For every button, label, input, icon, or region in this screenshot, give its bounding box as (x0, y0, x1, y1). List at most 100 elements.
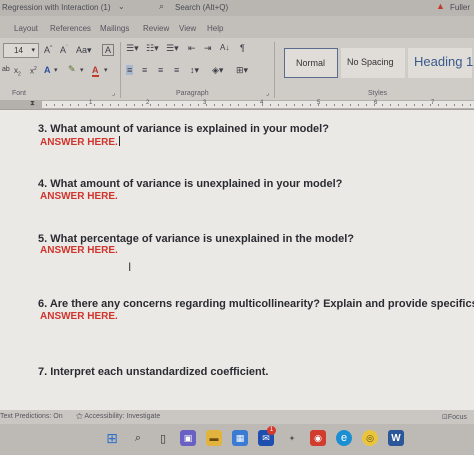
media-icon[interactable]: ◉ (310, 430, 326, 446)
ruler-number: 7 (431, 100, 435, 106)
sort-icon[interactable]: A↓ (220, 43, 229, 52)
pilcrow-icon[interactable]: ¶ (240, 43, 245, 53)
ruler-tick (430, 104, 431, 106)
superscript-icon[interactable]: x2 (30, 66, 37, 76)
ruler-tick (454, 104, 455, 106)
ruler-tick (438, 104, 439, 106)
multilevel-list-icon[interactable]: ☰▾ (166, 43, 179, 54)
ruler-tick (350, 104, 351, 106)
question-5[interactable]: 5. What percentage of variance is unexpl… (38, 233, 354, 245)
question-6[interactable]: 6. Are there any concerns regarding mult… (38, 298, 474, 310)
divider (120, 42, 121, 98)
chrome-icon[interactable]: ◎ (362, 430, 378, 446)
strikethrough-icon[interactable]: ab (2, 66, 10, 73)
text-effects-icon[interactable]: A (44, 65, 51, 75)
dialog-launcher-icon[interactable]: ⌟ (266, 89, 269, 97)
taskbar: ⊞ ⌕ ▯ ▣ ▬ ▦ ✉ 1 ✦ ◉ e ◎ W (0, 424, 474, 455)
store-icon[interactable]: ▦ (232, 430, 248, 446)
tab-view[interactable]: View (179, 24, 196, 33)
decrease-indent-icon[interactable]: ⇤ (188, 43, 196, 54)
accessibility-status[interactable]: ⚝ Accessibility: Investigate (76, 413, 160, 421)
tab-references[interactable]: References (50, 24, 91, 33)
search-box[interactable]: ⌕ Search (Alt+Q) (155, 1, 273, 13)
tab-help[interactable]: Help (207, 24, 223, 33)
tab-review[interactable]: Review (143, 24, 169, 33)
style-heading-1[interactable]: Heading 1 (408, 48, 473, 78)
indent-marker-icon[interactable]: ⧗ (30, 100, 35, 108)
style-normal-label: Normal (296, 58, 326, 68)
grow-font-icon[interactable]: A^ (44, 45, 52, 55)
chevron-down-icon[interactable]: ▾ (80, 66, 84, 74)
windows-start-icon[interactable]: ⊞ (104, 430, 120, 446)
ruler-tick (158, 104, 159, 106)
dialog-launcher-icon[interactable]: ⌟ (112, 89, 115, 97)
ruler-tick (358, 104, 359, 106)
ruler-tick (326, 104, 327, 106)
increase-indent-icon[interactable]: ⇥ (204, 43, 212, 54)
font-color-icon[interactable]: A (92, 65, 99, 77)
text-predictions-status[interactable]: Text Predictions: On (0, 413, 63, 420)
shading-icon[interactable]: ◈▾ (212, 65, 223, 76)
tab-layout[interactable]: Layout (14, 24, 38, 33)
ruler-tick (286, 104, 287, 106)
ruler-tick (318, 104, 319, 106)
document-page[interactable]: 3. What amount of variance is explained … (0, 110, 474, 410)
ruler-tick (54, 104, 55, 106)
task-view-icon[interactable]: ▯ (155, 430, 171, 446)
ruler-tick (134, 104, 135, 106)
shrink-font-icon[interactable]: Aˇ (60, 45, 68, 55)
numbering-icon[interactable]: ☷▾ (146, 43, 159, 54)
bullets-icon[interactable]: ☰▾ (126, 43, 139, 54)
question-4[interactable]: 4. What amount of variance is unexplaine… (38, 178, 342, 190)
style-no-spacing[interactable]: No Spacing (341, 48, 405, 78)
borders-icon[interactable]: ⊞▾ (236, 65, 248, 76)
font-size-value: 14 (14, 46, 23, 55)
align-right-icon[interactable]: ≡ (158, 65, 163, 75)
ribbon-tabs: Layout References Mailings Review View H… (0, 16, 474, 38)
ruler-tick (462, 104, 463, 106)
focus-button[interactable]: ⊡Focus (442, 413, 467, 421)
ruler-tick (390, 104, 391, 106)
file-explorer-icon[interactable]: ▬ (206, 430, 222, 446)
subscript-icon[interactable]: x2 (14, 66, 21, 78)
question-7[interactable]: 7. Interpret each unstandardized coeffic… (38, 366, 268, 378)
settings-icon[interactable]: ✦ (284, 430, 300, 446)
search-placeholder: Search (Alt+Q) (175, 3, 229, 12)
justify-icon[interactable]: ≡ (174, 65, 179, 75)
ruler-tick (382, 104, 383, 106)
ruler-tick (406, 104, 407, 106)
clear-formatting-icon[interactable]: A (102, 44, 115, 56)
document-title[interactable]: Regression with Interaction (1) (2, 3, 111, 12)
font-group-label: Font (12, 90, 27, 97)
tab-mailings[interactable]: Mailings (100, 24, 129, 33)
ruler-tick (414, 104, 415, 106)
warning-icon[interactable]: ▲ (436, 1, 445, 11)
ruler-track: 1 2 3 4 5 6 7 (42, 100, 474, 108)
chevron-down-icon[interactable]: ⌄ (118, 2, 125, 11)
answer-3[interactable]: ANSWER HERE. (40, 136, 120, 148)
answer-4[interactable]: ANSWER HERE. (40, 191, 118, 202)
user-name[interactable]: Fuller (450, 3, 470, 12)
highlight-icon[interactable]: ✎ (68, 64, 76, 75)
ruler[interactable]: ⧗ 1 2 3 4 5 6 7 (0, 100, 474, 110)
line-spacing-icon[interactable]: ↕▾ (190, 65, 199, 76)
status-bar: Text Predictions: On ⚝ Accessibility: In… (0, 410, 474, 424)
search-icon[interactable]: ⌕ (130, 430, 146, 446)
chevron-down-icon[interactable]: ▾ (54, 66, 58, 74)
divider (274, 42, 275, 98)
ruler-tick (366, 104, 367, 106)
font-size-select[interactable]: 14 ▾ (3, 43, 39, 58)
ruler-tick (70, 104, 71, 106)
align-center-icon[interactable]: ≡ (142, 65, 147, 75)
word-icon[interactable]: W (388, 430, 404, 446)
focus-label: Focus (447, 414, 467, 421)
answer-5[interactable]: ANSWER HERE. (40, 245, 118, 256)
answer-6[interactable]: ANSWER HERE. (40, 311, 118, 322)
change-case-icon[interactable]: Aa▾ (76, 45, 92, 56)
chat-icon[interactable]: ▣ (180, 430, 196, 446)
style-normal[interactable]: Normal (284, 48, 338, 78)
edge-icon[interactable]: e (336, 430, 352, 446)
chevron-down-icon[interactable]: ▾ (104, 66, 108, 74)
align-left-icon[interactable]: ≡ (126, 65, 134, 75)
question-3[interactable]: 3. What amount of variance is explained … (38, 123, 329, 135)
